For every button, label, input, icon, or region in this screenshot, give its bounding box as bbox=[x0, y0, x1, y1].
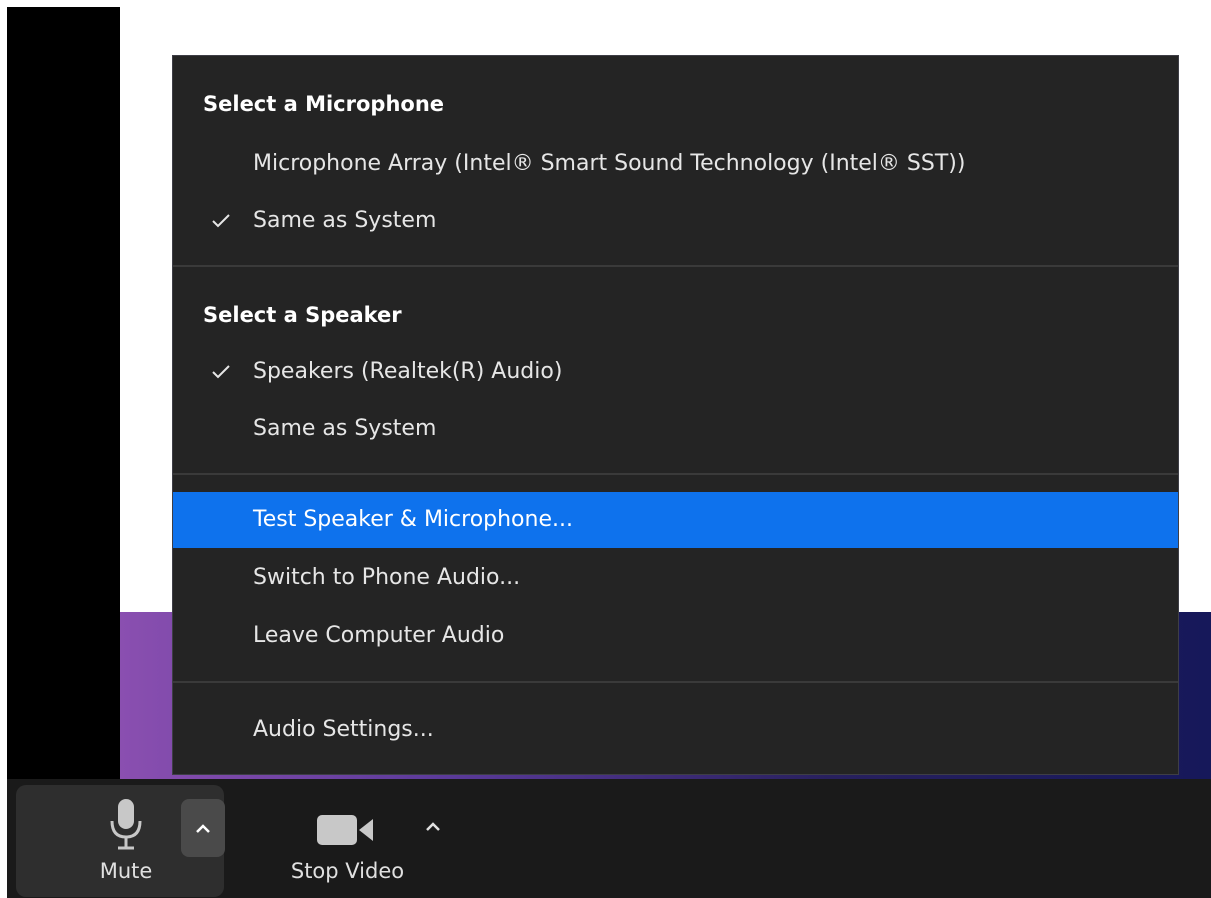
menu-divider bbox=[173, 473, 1178, 475]
mute-button[interactable]: Mute bbox=[16, 785, 225, 897]
chevron-up-icon bbox=[195, 819, 211, 838]
video-camera-icon bbox=[315, 811, 379, 849]
menu-item-label: Switch to Phone Audio... bbox=[253, 565, 521, 590]
stop-video-label: Stop Video bbox=[290, 859, 405, 883]
microphone-section-header: Select a Microphone bbox=[203, 92, 445, 116]
stop-video-button[interactable]: Stop Video bbox=[265, 785, 465, 897]
video-area-black bbox=[7, 7, 120, 779]
menu-divider bbox=[173, 681, 1178, 683]
video-options-chevron-icon[interactable] bbox=[421, 815, 445, 839]
menu-item-label: Speakers (Realtek(R) Audio) bbox=[253, 359, 563, 384]
audio-settings-item[interactable]: Audio Settings... bbox=[173, 702, 1178, 758]
microphone-icon bbox=[106, 797, 146, 853]
menu-divider bbox=[173, 265, 1178, 267]
speaker-option-realtek[interactable]: Speakers (Realtek(R) Audio) bbox=[173, 344, 1178, 400]
audio-options-menu: Select a Microphone Microphone Array (In… bbox=[172, 55, 1179, 775]
menu-item-label: Leave Computer Audio bbox=[253, 623, 505, 648]
menu-item-label: Test Speaker & Microphone... bbox=[253, 507, 573, 532]
leave-computer-audio-item[interactable]: Leave Computer Audio bbox=[173, 608, 1178, 664]
menu-item-label: Microphone Array (Intel® Smart Sound Tec… bbox=[253, 151, 966, 176]
audio-options-chevron-button[interactable] bbox=[181, 799, 225, 857]
microphone-option-array[interactable]: Microphone Array (Intel® Smart Sound Tec… bbox=[173, 136, 1178, 192]
check-icon bbox=[209, 193, 233, 249]
menu-item-label: Audio Settings... bbox=[253, 717, 434, 742]
test-speaker-microphone-item[interactable]: Test Speaker & Microphone... bbox=[173, 492, 1178, 548]
meeting-toolbar: Mute Stop Video bbox=[7, 779, 1211, 898]
speaker-section-header: Select a Speaker bbox=[203, 303, 402, 327]
menu-item-label: Same as System bbox=[253, 416, 437, 441]
speaker-option-same-as-system[interactable]: Same as System bbox=[173, 401, 1178, 457]
check-icon bbox=[209, 344, 233, 400]
microphone-option-same-as-system[interactable]: Same as System bbox=[173, 193, 1178, 249]
switch-to-phone-audio-item[interactable]: Switch to Phone Audio... bbox=[173, 550, 1178, 606]
menu-item-label: Same as System bbox=[253, 208, 437, 233]
mute-label: Mute bbox=[99, 859, 153, 883]
